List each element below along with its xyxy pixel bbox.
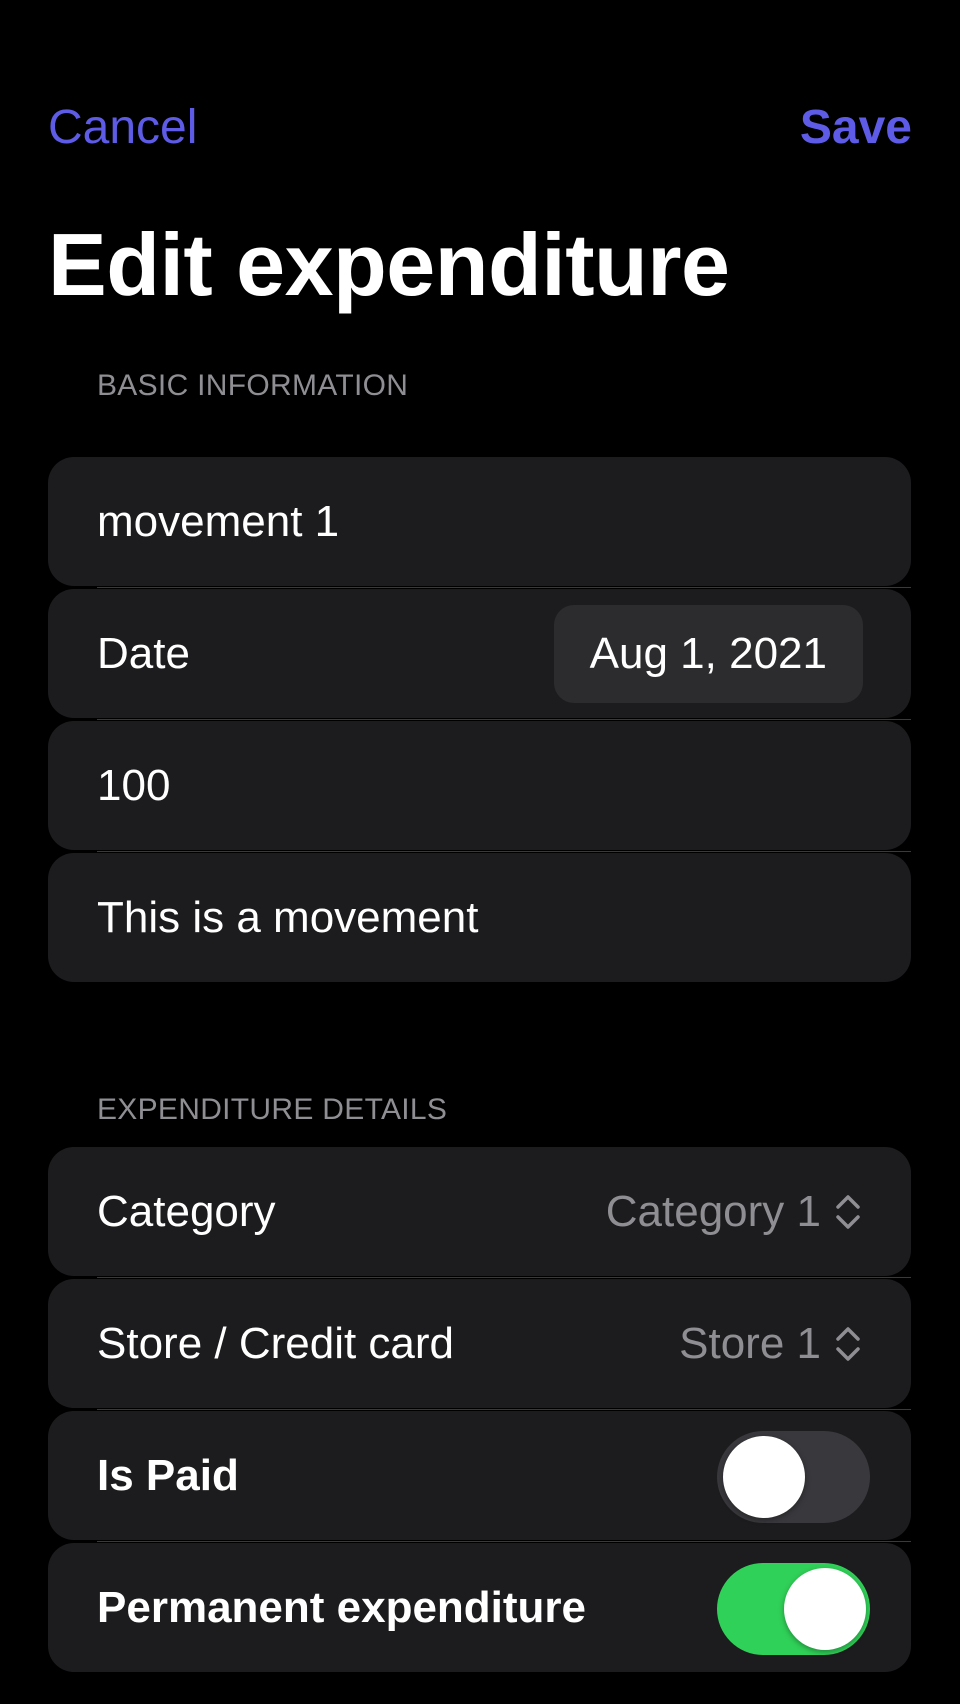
description-field[interactable]: This is a movement	[48, 853, 911, 982]
row-divider	[97, 719, 911, 720]
description-field-value[interactable]: This is a movement	[97, 853, 478, 982]
category-label: Category	[97, 1187, 276, 1236]
row-divider	[97, 1277, 911, 1278]
category-picker-value: Category 1	[605, 1186, 821, 1236]
store-row[interactable]: Store / Credit card Store 1	[48, 1279, 911, 1408]
permanent-expenditure-label: Permanent expenditure	[97, 1583, 587, 1632]
is-paid-label: Is Paid	[97, 1451, 239, 1500]
save-button[interactable]: Save	[800, 98, 912, 158]
row-divider	[97, 851, 911, 852]
date-picker-button[interactable]: Aug 1, 2021	[553, 605, 863, 703]
is-paid-toggle[interactable]	[717, 1431, 870, 1523]
category-row[interactable]: Category Category 1	[48, 1147, 911, 1276]
category-picker[interactable]: Category 1	[606, 1147, 863, 1276]
permanent-expenditure-row: Permanent expenditure	[48, 1543, 911, 1672]
store-label: Store / Credit card	[97, 1319, 455, 1368]
name-field-value[interactable]: movement 1	[97, 457, 339, 586]
row-divider	[97, 1409, 911, 1410]
date-row: Date Aug 1, 2021	[48, 589, 911, 718]
toggle-knob	[784, 1568, 866, 1650]
chevron-up-down-icon	[836, 1194, 860, 1229]
row-divider	[97, 1541, 911, 1542]
cancel-button[interactable]: Cancel	[48, 98, 197, 158]
store-picker-value: Store 1	[679, 1318, 821, 1368]
row-divider	[97, 587, 911, 588]
permanent-expenditure-toggle[interactable]	[717, 1563, 870, 1655]
amount-field-value[interactable]: 100	[97, 721, 170, 850]
expenditure-details-header: EXPENDITURE DETAILS	[97, 1093, 448, 1126]
name-field[interactable]: movement 1	[48, 457, 911, 586]
amount-field[interactable]: 100	[48, 721, 911, 850]
toggle-knob	[723, 1436, 805, 1518]
date-label: Date	[97, 629, 190, 678]
chevron-up-down-icon	[836, 1326, 860, 1361]
is-paid-row: Is Paid	[48, 1411, 911, 1540]
store-picker[interactable]: Store 1	[679, 1279, 863, 1408]
page-title: Edit expenditure	[48, 215, 730, 314]
basic-information-header: BASIC INFORMATION	[97, 369, 409, 402]
